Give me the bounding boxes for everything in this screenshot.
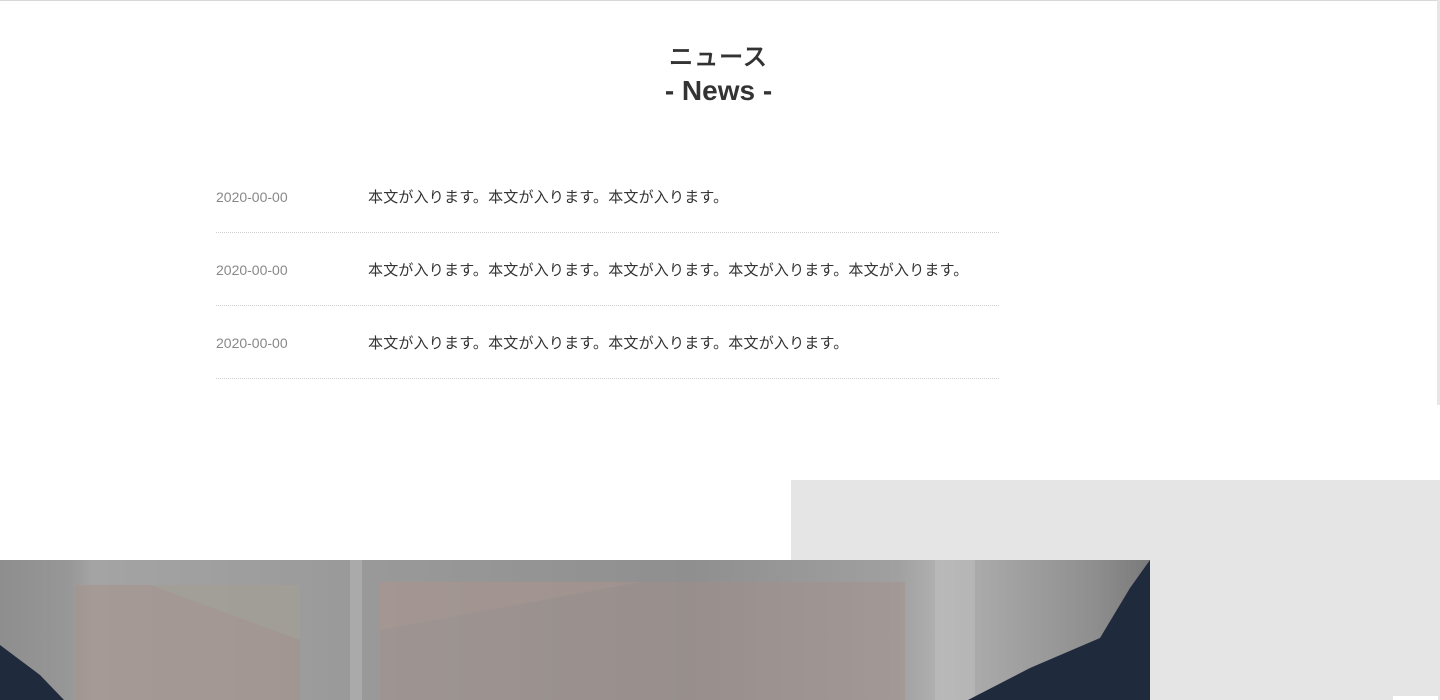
- hero-photo: [0, 560, 1150, 700]
- news-link[interactable]: 本文が入ります。本文が入ります。本文が入ります。本文が入ります。本文が入ります。: [368, 259, 969, 280]
- news-item[interactable]: 2020-00-00 本文が入ります。本文が入ります。本文が入ります。本文が入り…: [216, 233, 999, 306]
- news-item[interactable]: 2020-00-00 本文が入ります。本文が入ります。本文が入ります。: [216, 160, 999, 233]
- photo-pillar: [935, 560, 975, 700]
- section-title-english: - News -: [664, 75, 773, 106]
- news-link[interactable]: 本文が入ります。本文が入ります。本文が入ります。本文が入ります。: [368, 332, 848, 353]
- news-list: 2020-00-00 本文が入ります。本文が入ります。本文が入ります。 2020…: [216, 160, 999, 379]
- photo-pillar: [350, 560, 362, 700]
- section-title-japanese: ニュース: [669, 43, 768, 71]
- photo-figure-right: [968, 560, 1150, 700]
- news-item[interactable]: 2020-00-00 本文が入ります。本文が入ります。本文が入ります。本文が入り…: [216, 306, 999, 379]
- news-date: 2020-00-00: [216, 335, 288, 351]
- photo-figure-left: [0, 645, 64, 700]
- news-date: 2020-00-00: [216, 262, 288, 278]
- news-section-title: ニュース - News -: [0, 40, 1437, 108]
- bottom-edge: [1393, 696, 1438, 700]
- page: ニュース - News - 2020-00-00 本文が入ります。本文が入ります…: [0, 0, 1440, 700]
- news-link[interactable]: 本文が入ります。本文が入ります。本文が入ります。: [368, 186, 728, 207]
- top-divider: [0, 0, 1440, 1]
- news-date: 2020-00-00: [216, 189, 288, 205]
- photo-illustration: [0, 560, 1150, 700]
